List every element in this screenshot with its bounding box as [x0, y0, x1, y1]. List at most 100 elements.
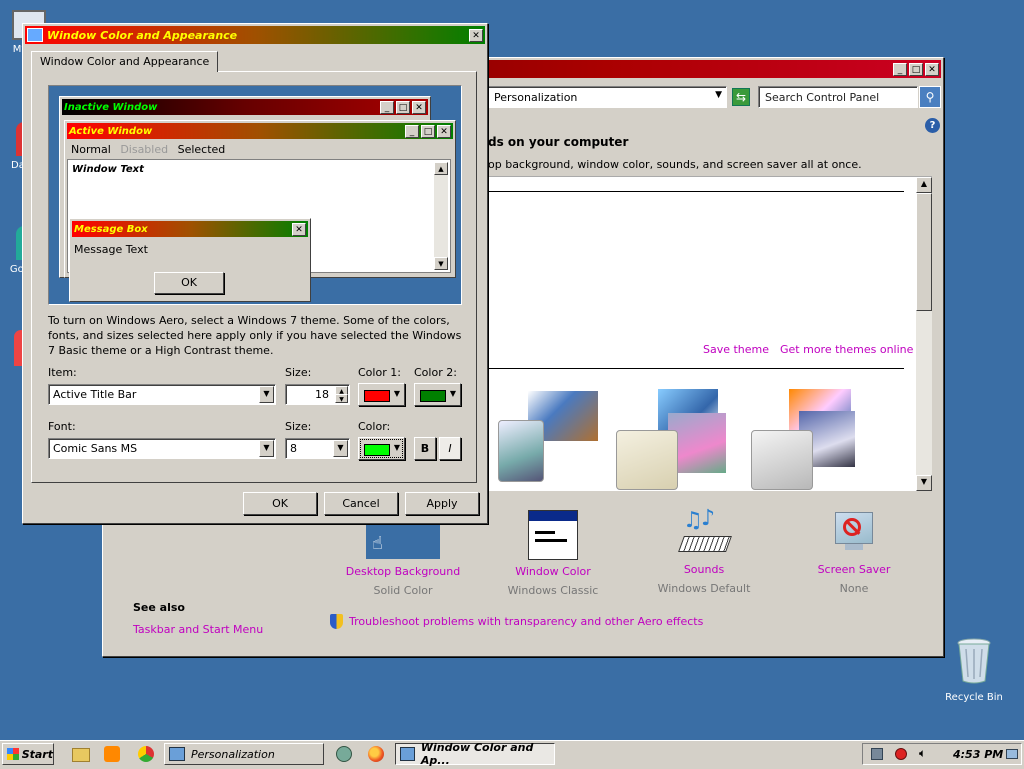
theme-list-scrollbar[interactable]: ▲ ▼	[916, 177, 932, 491]
chevron-down-icon[interactable]: ▼	[333, 440, 348, 457]
close-button[interactable]: ✕	[925, 62, 939, 76]
start-button[interactable]: Start	[2, 743, 54, 765]
search-icon[interactable]: ⚲	[919, 86, 941, 108]
item-label: Item:	[48, 366, 77, 379]
ok-button[interactable]: OK	[243, 492, 317, 515]
scroll-down-button[interactable]: ▼	[916, 475, 932, 491]
taskbar-start-menu-link[interactable]: Taskbar and Start Menu	[133, 623, 263, 636]
theme-thumbnail[interactable]	[488, 385, 598, 485]
chevron-down-icon[interactable]: ▼	[715, 90, 722, 100]
font-select[interactable]: Comic Sans MS ▼	[48, 438, 276, 459]
message-text: Message Text	[74, 243, 148, 256]
inactive-window-title: Inactive Window	[64, 101, 158, 113]
refresh-button[interactable]: ⇆	[732, 88, 750, 106]
address-bar[interactable]: Personalization ▼	[483, 86, 727, 108]
volume-icon[interactable]: 🔈︎	[919, 746, 926, 761]
scroll-up-button[interactable]: ▲	[916, 177, 932, 193]
control-panel-icon	[169, 747, 185, 761]
cancel-button[interactable]: Cancel	[324, 492, 398, 515]
window-color-title: Window Color	[515, 565, 591, 578]
start-label: Start	[21, 747, 53, 761]
security-alert-icon[interactable]	[895, 748, 907, 760]
menu-selected: Selected	[177, 143, 226, 156]
shield-icon	[330, 614, 343, 629]
troubleshoot-link[interactable]: Troubleshoot problems with transparency …	[349, 615, 703, 628]
quick-launch-network-icon[interactable]	[336, 746, 352, 762]
screen-saver-sub: None	[839, 582, 869, 595]
active-window-title: Active Window	[69, 125, 153, 137]
color2-picker[interactable]: ▼	[414, 383, 461, 406]
italic-button[interactable]: I	[439, 437, 461, 460]
task-window-color[interactable]: Window Color and Ap...	[395, 741, 555, 767]
close-button[interactable]: ✕	[469, 28, 483, 42]
maximize-button[interactable]: □	[909, 62, 923, 76]
size-stepper[interactable]: 18 ▲ ▼	[285, 384, 350, 405]
theme-divider	[488, 368, 904, 369]
scroll-thumb[interactable]	[916, 193, 932, 311]
message-box-ok: OK	[154, 272, 224, 294]
color2-swatch	[420, 390, 446, 402]
cursor-hand-icon: ☝	[372, 533, 383, 554]
sounds-item[interactable]: ♫ ♪ Sounds Windows Default	[644, 506, 764, 595]
font-size-select[interactable]: 8 ▼	[285, 438, 350, 459]
screen-saver-icon	[831, 510, 877, 558]
recycle-bin-icon	[957, 638, 991, 684]
task-personalization[interactable]: Personalization	[164, 743, 324, 765]
color1-picker[interactable]: ▼	[358, 383, 405, 406]
bold-button[interactable]: B	[414, 437, 436, 460]
quick-launch-chrome-icon[interactable]	[138, 746, 154, 762]
font-color-picker[interactable]: ▼	[358, 437, 405, 460]
address-text: Personalization	[494, 91, 578, 104]
dialog-title: Window Color and Appearance	[47, 28, 238, 42]
minimize-button[interactable]: _	[893, 62, 907, 76]
tab-label: Window Color and Appearance	[40, 55, 210, 68]
page-heading: ds on your computer	[488, 135, 629, 149]
theme-list[interactable]: Save theme Get more themes online ▲ ▼	[488, 176, 932, 491]
chevron-down-icon: ▼	[449, 389, 456, 398]
quick-launch-folder-icon[interactable]	[72, 748, 90, 762]
theme-thumbnail[interactable]	[616, 385, 736, 490]
help-icon[interactable]: ?	[925, 118, 940, 133]
theme-thumbnail[interactable]	[751, 385, 871, 490]
font-color-label: Color:	[358, 420, 391, 433]
page-subheading: op background, window color, sounds, and…	[488, 158, 862, 171]
preview-menu: Normal Disabled Selected	[71, 143, 225, 156]
item-value: Active Title Bar	[53, 388, 137, 401]
see-also-heading: See also	[133, 601, 185, 614]
chevron-down-icon[interactable]: ▼	[259, 440, 274, 457]
search-input[interactable]: Search Control Panel	[758, 86, 918, 108]
windows-logo-icon	[7, 748, 19, 760]
desktop-icon-recycle-bin[interactable]: Recycle Bin	[939, 637, 1009, 703]
message-box-title: Message Box	[74, 223, 148, 235]
save-theme-link[interactable]: Save theme	[703, 343, 769, 356]
dialog-titlebar[interactable]: Window Color and Appearance ✕	[25, 26, 485, 44]
window-color-icon	[528, 510, 578, 560]
get-more-themes-link[interactable]: Get more themes online	[780, 343, 913, 356]
info-text: To turn on Windows Aero, select a Window…	[48, 314, 462, 357]
menu-normal: Normal	[71, 143, 111, 156]
window-color-sub: Windows Classic	[507, 584, 599, 597]
font-label: Font:	[48, 420, 76, 433]
window-color-item[interactable]: Window Color Windows Classic	[493, 510, 613, 597]
tab-window-color[interactable]: Window Color and Appearance	[31, 51, 219, 72]
color2-label: Color 2:	[414, 366, 457, 379]
network-icon[interactable]	[871, 748, 883, 760]
task-label: Personalization	[191, 747, 275, 761]
font-size-label: Size:	[285, 420, 312, 433]
item-select[interactable]: Active Title Bar ▼	[48, 384, 276, 405]
system-tray: 🔈︎ 4:53 PM	[862, 743, 1022, 765]
chevron-down-icon[interactable]: ▼	[259, 386, 274, 403]
sounds-sub: Windows Default	[657, 582, 751, 595]
screen-saver-item[interactable]: Screen Saver None	[794, 510, 914, 595]
window-color-dialog[interactable]: Window Color and Appearance ✕ Window Col…	[22, 23, 488, 524]
apply-button[interactable]: Apply	[405, 492, 479, 515]
window-text: Window Text	[72, 164, 144, 175]
clock: 4:53 PM	[953, 748, 1004, 761]
task-label: Window Color and Ap...	[420, 741, 534, 767]
quick-launch-media-icon[interactable]	[104, 746, 120, 762]
desktop-background-sub: Solid Color	[373, 584, 433, 597]
preview-area: Inactive Window _ □ ✕ Active Window _ □ ✕ No…	[48, 85, 462, 305]
stepper-down-icon[interactable]: ▼	[335, 394, 348, 403]
quick-launch-firefox-icon[interactable]	[368, 746, 384, 762]
desktop-icon[interactable]	[1006, 749, 1018, 759]
